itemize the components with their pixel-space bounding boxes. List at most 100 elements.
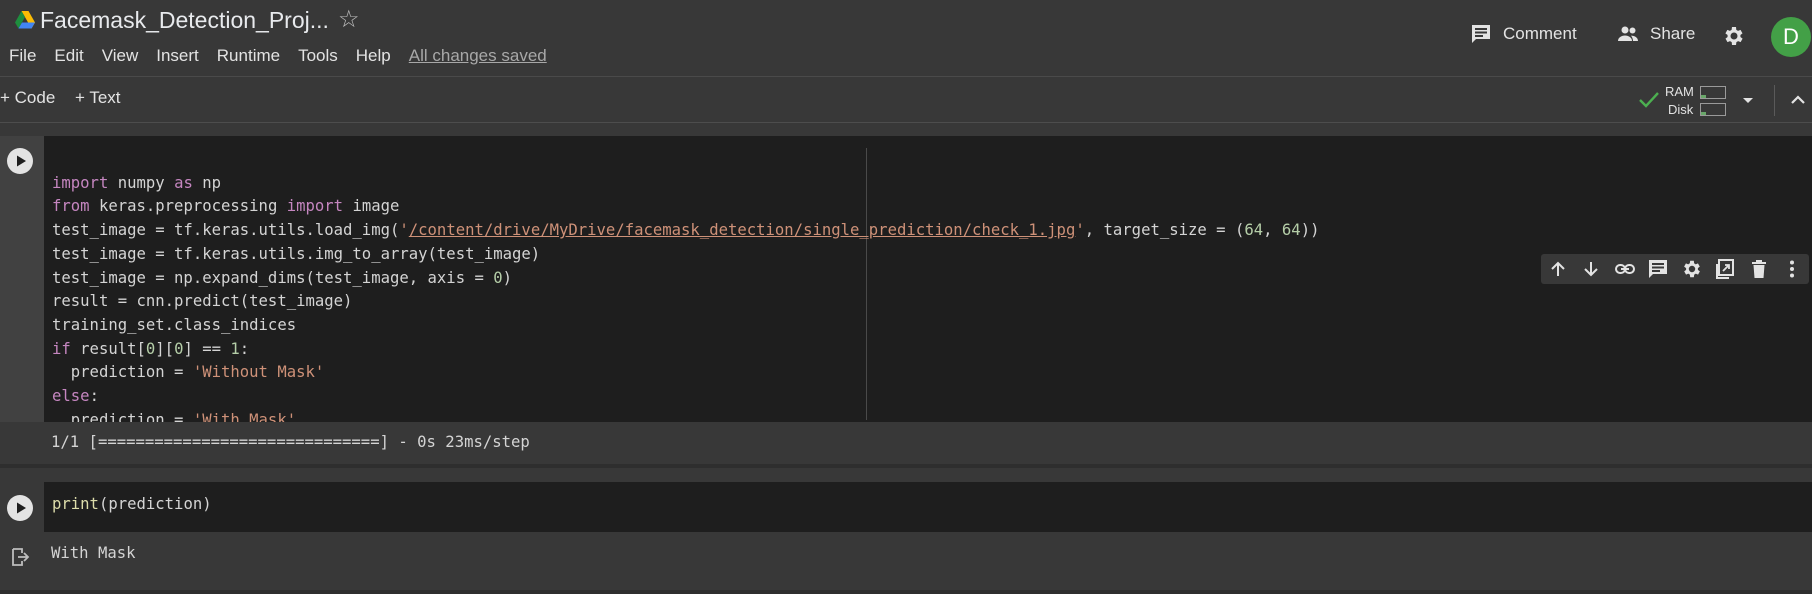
ram-label: RAM xyxy=(1665,84,1694,99)
code-cell[interactable]: import numpy as np from keras.preprocessi… xyxy=(0,136,1812,468)
code-line: prediction = 'Without Mask' xyxy=(52,361,1319,385)
trash-icon[interactable] xyxy=(1748,258,1770,280)
output-text: 1/1 [==============================] - 0… xyxy=(51,433,530,451)
share-label: Share xyxy=(1650,24,1696,43)
output-text: With Mask xyxy=(51,544,136,562)
code-token: 64 xyxy=(1281,221,1301,240)
code-token: 1 xyxy=(230,339,240,358)
cell-output: With Mask xyxy=(0,532,1812,590)
play-icon xyxy=(17,502,26,514)
code-token: numpy xyxy=(117,173,165,192)
code-line: import numpy as np xyxy=(52,172,1319,196)
code-token: result[ xyxy=(70,339,146,358)
people-icon xyxy=(1618,26,1638,41)
cell-divider xyxy=(0,590,1812,594)
share-button[interactable]: Share xyxy=(1616,22,1695,46)
check-icon xyxy=(1639,92,1659,108)
cell-divider xyxy=(0,464,1812,468)
cell-gutter xyxy=(0,136,44,422)
code-token: as xyxy=(174,173,193,192)
code-token: : xyxy=(239,339,250,358)
notebook-title[interactable]: Facemask_Detection_Proj... xyxy=(40,7,329,34)
code-cell[interactable]: print(prediction) With Mask xyxy=(0,482,1812,594)
code-token: ][ xyxy=(155,339,175,358)
menu-edit[interactable]: Edit xyxy=(54,46,83,66)
cell-toolbar xyxy=(1541,254,1809,284)
output-actions-icon[interactable] xyxy=(9,546,31,568)
code-line: test_image = np.expand_dims(test_image, … xyxy=(52,267,1319,291)
chevron-down-icon[interactable] xyxy=(1738,90,1758,110)
resources-indicator[interactable]: RAM Disk xyxy=(1638,81,1738,119)
menu-file[interactable]: File xyxy=(9,46,36,66)
code-token: ' xyxy=(399,221,409,240)
menu-view[interactable]: View xyxy=(102,46,139,66)
code-line: from keras.preprocessing import image xyxy=(52,195,1319,219)
code-token: 0 xyxy=(145,339,156,358)
code-token: np xyxy=(202,173,222,192)
avatar[interactable]: D xyxy=(1771,17,1811,57)
code-line: training_set.class_indices xyxy=(52,314,1319,338)
run-cell-button[interactable] xyxy=(7,148,33,174)
code-line: test_image = tf.keras.utils.load_img('/c… xyxy=(52,219,1319,243)
code-token: , target_size = ( xyxy=(1084,221,1245,240)
code-line: result = cnn.predict(test_image) xyxy=(52,290,1319,314)
code-token: 0 xyxy=(493,268,503,287)
notebook-toolbar: + Code + Text RAM Disk xyxy=(0,78,1812,123)
code-token: )) xyxy=(1300,221,1320,240)
toolbar-divider xyxy=(1774,85,1775,116)
menu-tools[interactable]: Tools xyxy=(298,46,338,66)
code-token: : xyxy=(89,387,99,406)
menu-help[interactable]: Help xyxy=(356,46,391,66)
code-token: result = cnn.predict(test_image) xyxy=(52,292,353,311)
code-token: ) xyxy=(502,268,513,287)
code-line: if result[0][0] == 1: xyxy=(52,338,1319,362)
code-line: test_image = tf.keras.utils.img_to_array… xyxy=(52,243,1319,267)
chevron-up-icon[interactable] xyxy=(1787,89,1809,111)
code-token: test_image = tf.keras.utils.img_to_array… xyxy=(52,244,541,263)
comment-button[interactable]: Comment xyxy=(1469,22,1577,46)
gear-icon[interactable] xyxy=(1722,24,1746,48)
disk-label: Disk xyxy=(1668,102,1694,117)
code-token: test_image = tf.keras.utils.load_img( xyxy=(52,221,400,240)
more-vert-icon[interactable] xyxy=(1781,258,1803,280)
code-token: 'Without Mask' xyxy=(192,363,325,382)
code-token: else xyxy=(52,387,90,406)
code-token: ] == xyxy=(183,339,231,358)
path-link[interactable]: /content/drive/MyDrive/facemask_detectio… xyxy=(409,221,1076,239)
add-code-button[interactable]: + Code xyxy=(0,88,55,108)
mirror-cell-icon[interactable] xyxy=(1714,258,1736,280)
link-icon[interactable] xyxy=(1614,258,1636,280)
add-text-button[interactable]: + Text xyxy=(75,88,121,108)
arrow-up-icon[interactable] xyxy=(1547,258,1569,280)
code-token: print xyxy=(52,495,99,513)
code-token: if xyxy=(52,339,71,358)
menu-runtime[interactable]: Runtime xyxy=(217,46,280,66)
code-token: prediction = xyxy=(52,363,193,382)
star-icon[interactable]: ☆ xyxy=(338,8,360,32)
code-token: keras.preprocessing xyxy=(98,197,278,216)
code-token: (prediction) xyxy=(98,495,212,513)
notebook-body: import numpy as np from keras.preprocessi… xyxy=(0,124,1812,594)
saved-status-link[interactable]: All changes saved xyxy=(409,46,547,66)
menu-insert[interactable]: Insert xyxy=(156,46,199,66)
drive-logo-icon[interactable] xyxy=(15,11,35,29)
code-token: image xyxy=(352,197,400,216)
code-token: from xyxy=(52,197,90,216)
code-token: import xyxy=(286,197,344,216)
disk-usage-fill xyxy=(1701,112,1706,115)
code-token: 64 xyxy=(1244,221,1264,240)
gear-icon[interactable] xyxy=(1681,258,1703,280)
comment-icon[interactable] xyxy=(1647,258,1669,280)
ram-usage-bar xyxy=(1700,86,1726,99)
ram-usage-fill xyxy=(1701,95,1706,98)
arrow-down-icon[interactable] xyxy=(1580,258,1602,280)
cell-output: 1/1 [==============================] - 0… xyxy=(0,422,1812,464)
code-token: import xyxy=(52,173,109,192)
play-icon xyxy=(17,155,26,167)
run-cell-button[interactable] xyxy=(7,495,33,521)
code-content[interactable]: print(prediction) xyxy=(52,495,212,513)
comment-label: Comment xyxy=(1503,24,1577,43)
code-editor[interactable] xyxy=(44,482,1812,532)
code-token: ' xyxy=(1075,221,1085,240)
code-token: training_set.class_indices xyxy=(52,315,297,334)
